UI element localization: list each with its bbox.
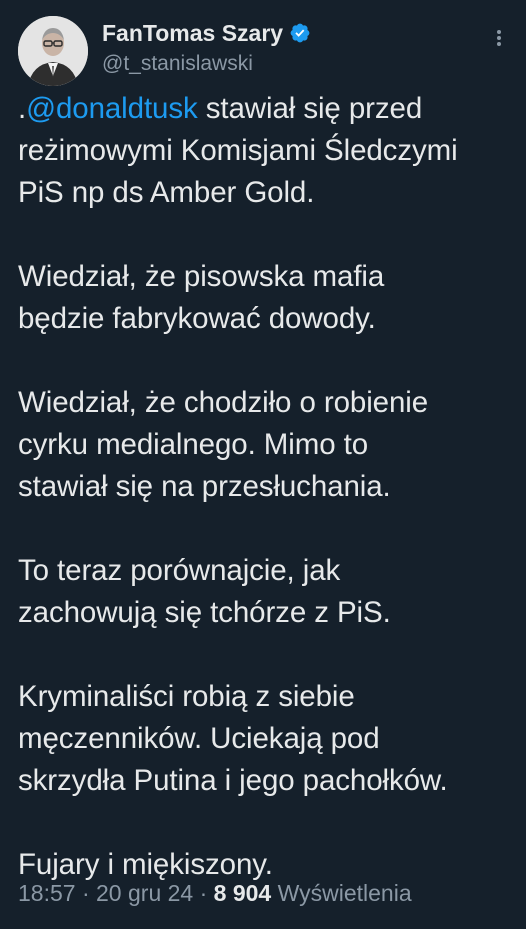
mention-link[interactable]: @donaldtusk [26,92,198,125]
author-handle[interactable]: @t_stanislawski [102,52,311,76]
tweet-line: skrzydła Putina i jego pachołków. [18,764,448,797]
more-options-icon[interactable] [494,26,504,50]
display-name[interactable]: FanTomas Szary [102,20,283,47]
tweet-line: cyrku medialnego. Mimo to [18,428,369,461]
tweet-time[interactable]: 18:57 [18,880,76,906]
tweet-line: Kryminaliści robią z siebie [18,680,355,713]
more-dot [497,42,501,46]
meta-separator: · [75,880,97,906]
tweet-line: reżimowymi Komisjami Śledczymi [18,134,458,167]
tweet-header: FanTomas Szary @t_stanislawski [18,16,508,86]
tweet-line: będzie fabrykować dowody. [18,302,376,335]
tweet-paragraph: Wiedział, że chodziło o robienie cyrku m… [18,382,513,508]
meta-separator: · [193,880,214,906]
more-dot [497,30,501,34]
tweet-line: .@donaldtusk stawiał się przed [18,88,513,130]
tweet-card: FanTomas Szary @t_stanislawski .@donaldt… [0,0,526,929]
display-name-row: FanTomas Szary [102,18,311,48]
tweet-line-text: stawiał się przed [197,92,423,125]
tweet-paragraph: Kryminaliści robią z siebie męczenników.… [18,676,513,802]
profile-photo-icon [18,16,88,86]
tweet-meta: 18:57 · 20 gru 24 · 8 904 Wyświetlenia [18,880,412,907]
tweet-line: zachowują się tchórze z PiS. [18,596,391,629]
tweet-line: stawiał się na przesłuchania. [18,470,391,503]
text-prefix: . [18,92,27,125]
tweet-paragraph: Wiedział, że pisowska mafia będzie fabry… [18,256,513,340]
avatar[interactable] [18,16,88,86]
tweet-line: Wiedział, że chodziło o robienie [18,386,429,419]
author-names: FanTomas Szary @t_stanislawski [102,18,311,76]
tweet-text: .@donaldtusk stawiał się przed reżimowym… [18,88,513,886]
tweet-date[interactable]: 20 gru 24 [96,880,193,906]
tweet-line: męczenników. Uciekają pod [18,722,380,755]
more-dot [497,36,501,40]
tweet-paragraph: To teraz porównajcie, jak zachowują się … [18,550,513,634]
views-count[interactable]: 8 904 [214,880,272,906]
tweet-line: To teraz porównajcie, jak [18,554,341,587]
tweet-paragraph: .@donaldtusk stawiał się przed reżimowym… [18,88,513,214]
verified-badge-icon[interactable] [289,22,311,44]
views-label[interactable]: Wyświetlenia [271,880,412,906]
tweet-line: PiS np ds Amber Gold. [18,176,315,209]
tweet-line: Wiedział, że pisowska mafia [18,260,385,293]
